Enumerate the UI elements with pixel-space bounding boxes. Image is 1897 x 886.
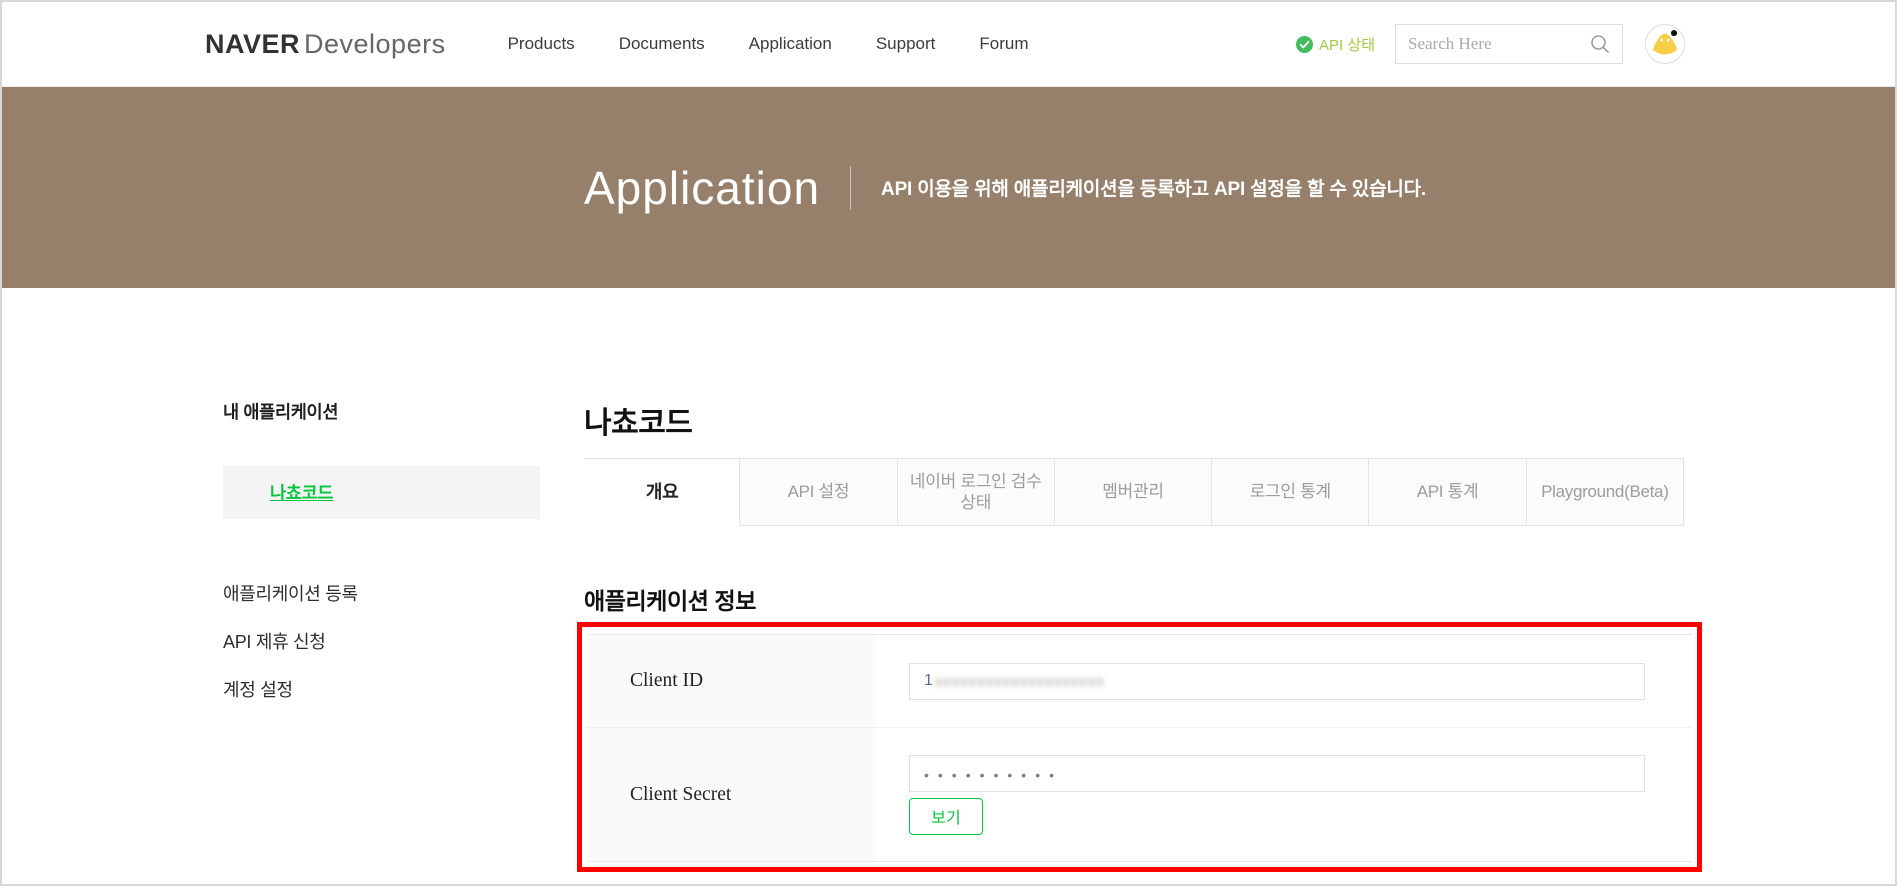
client-secret-value-cell: •••••••••• 보기 xyxy=(875,728,1692,861)
nav-item-products[interactable]: Products xyxy=(508,34,575,54)
tab-api-settings[interactable]: API 설정 xyxy=(739,459,898,526)
banner-description: API 이용을 위해 애플리케이션을 등록하고 API 설정을 할 수 있습니다… xyxy=(881,179,1426,200)
top-header: NAVER Developers Products Documents Appli… xyxy=(2,2,1895,87)
search-icon[interactable] xyxy=(1590,34,1610,54)
app-info-table: Client ID 1 xxxxxxxxxxxxxxxxxxxx Client … xyxy=(587,634,1692,862)
tab-bar: 개요 API 설정 네이버 로그인 검수상태 멤버관리 로그인 통계 API 통… xyxy=(584,458,1684,526)
client-id-blurred-value: xxxxxxxxxxxxxxxxxxxx xyxy=(934,673,1105,689)
tab-overview[interactable]: 개요 xyxy=(584,459,741,526)
sidebar-item-selected-app[interactable]: 나쵸코드 xyxy=(223,466,540,519)
sidebar-item-api-partnership[interactable]: API 제휴 신청 xyxy=(223,617,540,665)
nav-item-forum[interactable]: Forum xyxy=(979,34,1028,54)
page-banner: Application API 이용을 위해 애플리케이션을 등록하고 API … xyxy=(2,87,1895,288)
banner-divider xyxy=(850,165,852,210)
client-id-label: Client ID xyxy=(587,635,875,727)
user-avatar[interactable] xyxy=(1645,24,1685,64)
naver-developers-logo[interactable]: NAVER Developers xyxy=(205,29,446,60)
table-row-client-secret: Client Secret •••••••••• 보기 xyxy=(587,727,1692,861)
content-area: 내 애플리케이션 나쵸코드 애플리케이션 등록 API 제휴 신청 계정 설정 … xyxy=(2,288,1895,884)
nav-item-support[interactable]: Support xyxy=(876,34,936,54)
nav-item-documents[interactable]: Documents xyxy=(619,34,705,54)
tab-login-stats[interactable]: 로그인 통계 xyxy=(1211,459,1370,526)
banner-title: Application xyxy=(584,161,821,214)
tab-api-stats[interactable]: API 통계 xyxy=(1368,459,1527,526)
main-nav: Products Documents Application Support F… xyxy=(508,34,1029,54)
client-id-visible-prefix: 1 xyxy=(924,672,933,689)
nav-item-application[interactable]: Application xyxy=(749,34,832,54)
client-secret-label: Client Secret xyxy=(587,728,875,861)
logo-primary: NAVER xyxy=(205,28,301,59)
sidebar: 내 애플리케이션 나쵸코드 애플리케이션 등록 API 제휴 신청 계정 설정 xyxy=(223,399,540,713)
header-right: API 상태 xyxy=(1296,24,1685,64)
client-secret-field[interactable]: •••••••••• xyxy=(909,754,1645,792)
sidebar-heading: 내 애플리케이션 xyxy=(223,402,339,422)
page: NAVER Developers Products Documents Appli… xyxy=(0,0,1897,886)
api-status-label: API 상태 xyxy=(1319,36,1375,54)
tab-naver-login-review-status[interactable]: 네이버 로그인 검수상태 xyxy=(896,459,1055,526)
tab-member-management[interactable]: 멤버관리 xyxy=(1053,459,1213,526)
sidebar-item-register-app[interactable]: 애플리케이션 등록 xyxy=(223,569,540,617)
search-box xyxy=(1395,24,1623,64)
client-id-value-cell: 1 xxxxxxxxxxxxxxxxxxxx xyxy=(875,635,1692,727)
api-status-link[interactable]: API 상태 xyxy=(1296,34,1375,55)
client-id-field[interactable]: 1 xxxxxxxxxxxxxxxxxxxx xyxy=(909,662,1645,700)
selected-app-link[interactable]: 나쵸코드 xyxy=(270,480,334,505)
client-secret-masked-value: •••••••••• xyxy=(924,766,1064,783)
red-annotation-box: Client ID 1 xxxxxxxxxxxxxxxxxxxx Client … xyxy=(577,622,1702,872)
sidebar-item-account-settings[interactable]: 계정 설정 xyxy=(223,665,540,713)
tab-playground-beta[interactable]: Playground(Beta) xyxy=(1525,459,1684,526)
app-title: 나쵸코드 xyxy=(584,407,693,440)
avatar-duck-icon xyxy=(1653,30,1678,55)
show-secret-button[interactable]: 보기 xyxy=(909,797,983,835)
check-circle-icon xyxy=(1296,35,1314,53)
search-input[interactable] xyxy=(1408,34,1590,54)
table-row-client-id: Client ID 1 xxxxxxxxxxxxxxxxxxxx xyxy=(587,635,1692,727)
sidebar-links: 애플리케이션 등록 API 제휴 신청 계정 설정 xyxy=(223,569,540,713)
logo-secondary: Developers xyxy=(304,28,446,59)
section-title-app-info: 애플리케이션 정보 xyxy=(584,588,757,614)
